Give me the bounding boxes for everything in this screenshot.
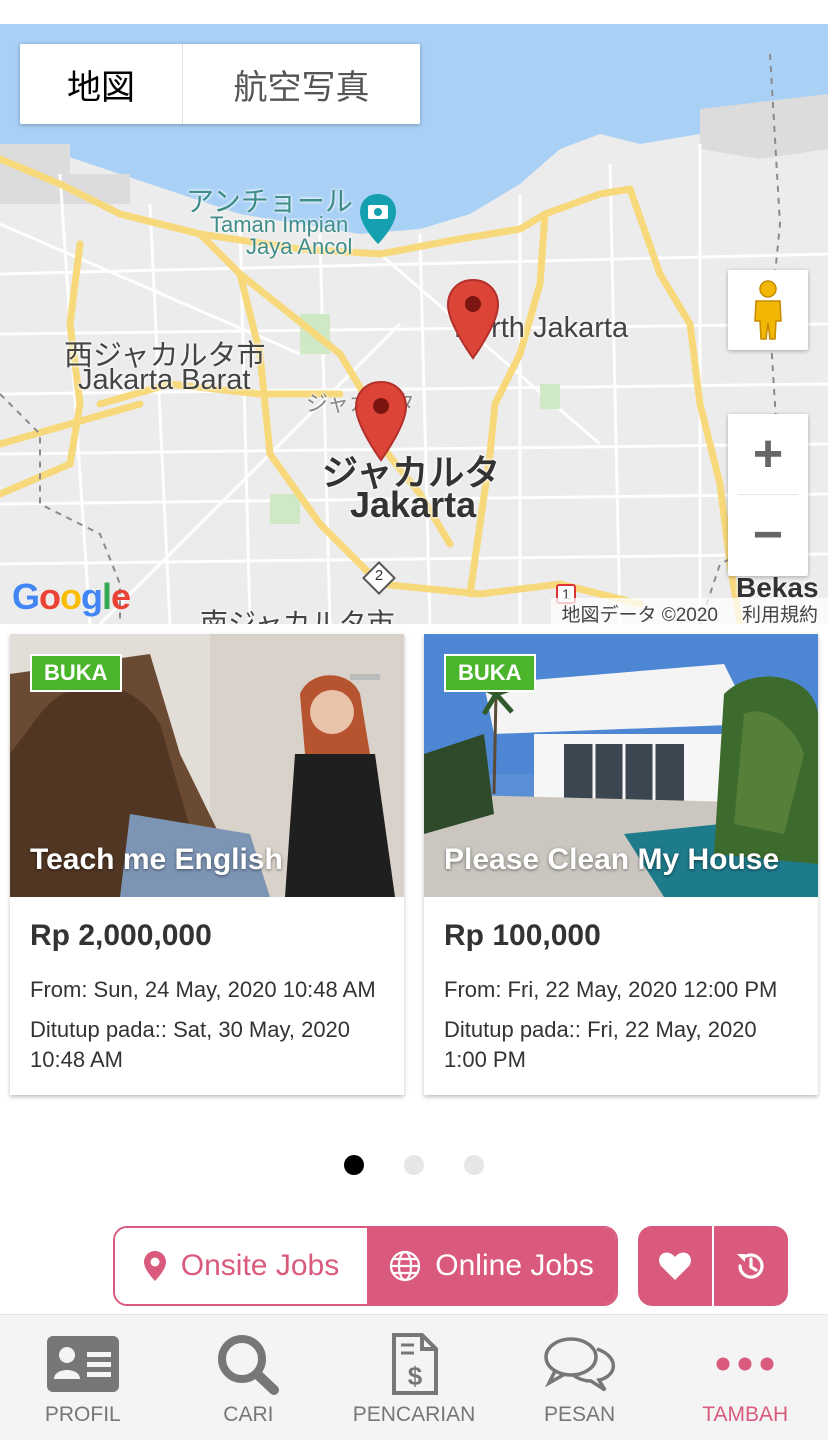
zoom-out-button[interactable]: − — [728, 495, 808, 575]
quick-actions — [638, 1226, 788, 1306]
onsite-jobs-button[interactable]: Onsite Jobs — [115, 1228, 367, 1304]
nav-item-pencarian[interactable]: $ PENCARIAN — [331, 1315, 497, 1440]
map-type-map-tab[interactable]: 地図 — [20, 44, 183, 124]
google-logo: Google — [12, 576, 131, 617]
route-2-label: 2 — [374, 567, 384, 584]
nav-label: CARI — [223, 1403, 274, 1426]
job-card-closed: Ditutup pada:: Sat, 30 May, 2020 10:48 A… — [30, 1017, 351, 1072]
search-icon — [218, 1335, 280, 1395]
history-button[interactable] — [714, 1226, 788, 1306]
job-card-title: Please Clean My House — [444, 843, 780, 876]
nav-label: PENCARIAN — [352, 1403, 476, 1426]
nav-label: PROFIL — [44, 1403, 121, 1426]
job-card-from: From: Sun, 24 May, 2020 10:48 AM — [30, 977, 376, 1002]
job-card-body: Rp 2,000,000 From: Sun, 24 May, 2020 10:… — [10, 897, 404, 1095]
online-jobs-button[interactable]: Online Jobs — [367, 1228, 616, 1304]
map-label-west-en: Jakarta Barat — [78, 364, 251, 396]
job-card[interactable]: BUKA Teach me English Rp 2,000,000 From:… — [10, 634, 404, 1095]
zoom-controls: + − — [728, 414, 808, 576]
nav-label: PESAN — [543, 1403, 616, 1426]
job-type-toggle: Onsite Jobs Online Jobs — [113, 1226, 618, 1306]
pagination-dot-active[interactable] — [344, 1155, 364, 1175]
map-data-credit: 地図データ ©2020 — [561, 605, 718, 624]
chat-icon — [543, 1337, 615, 1392]
camera-poi-icon[interactable] — [358, 192, 398, 246]
more-icon — [716, 1357, 774, 1371]
nav-item-pesan[interactable]: PESAN — [497, 1315, 663, 1440]
pagination-dot[interactable] — [464, 1155, 484, 1175]
location-pin-icon — [143, 1251, 166, 1281]
nav-item-tambah[interactable]: TAMBAH — [662, 1315, 828, 1440]
job-card-image: BUKA Please Clean My House — [424, 634, 818, 897]
map-terms-link[interactable]: 利用規約 — [742, 605, 818, 624]
online-jobs-label: Online Jobs — [435, 1249, 594, 1282]
job-card-from: From: Fri, 22 May, 2020 12:00 PM — [444, 977, 778, 1002]
favorites-button[interactable] — [638, 1226, 712, 1306]
map-view[interactable]: 地図 航空写真 アンチョール Taman Impian Jaya Ancol 西… — [0, 24, 828, 624]
history-icon — [737, 1253, 764, 1279]
job-card-price: Rp 100,000 — [444, 919, 601, 952]
profile-card-icon — [46, 1336, 119, 1392]
map-label-center-en: Jakarta — [350, 484, 477, 525]
map-attribution: 地図データ ©2020 利用規約 — [551, 598, 828, 624]
job-card-title: Teach me English — [30, 843, 283, 876]
map-type-toggle[interactable]: 地図 航空写真 — [20, 44, 420, 124]
nav-item-cari[interactable]: CARI — [166, 1315, 332, 1440]
invoice-icon: $ — [391, 1333, 438, 1395]
carousel-pagination — [344, 1155, 484, 1175]
zoom-in-button[interactable]: + — [728, 414, 808, 494]
job-card-body: Rp 100,000 From: Fri, 22 May, 2020 12:00… — [424, 897, 818, 1095]
map-marker-north[interactable] — [446, 278, 500, 360]
nav-label: TAMBAH — [702, 1403, 789, 1426]
pegman-icon — [754, 280, 782, 340]
map-label-ancol-2: Jaya Ancol — [246, 234, 353, 259]
status-badge: BUKA — [30, 654, 122, 692]
job-card-image: BUKA Teach me English — [10, 634, 404, 897]
job-card-price: Rp 2,000,000 — [30, 919, 212, 952]
heart-icon — [659, 1252, 691, 1280]
map-marker-center[interactable] — [354, 380, 408, 462]
street-view-pegman-button[interactable] — [728, 270, 808, 350]
map-type-satellite-tab[interactable]: 航空写真 — [183, 44, 420, 124]
bottom-navigation: PROFIL CARI $ PENCARIAN PESAN TAMBAH — [0, 1314, 828, 1440]
job-card-closed: Ditutup pada:: Fri, 22 May, 2020 1:00 PM — [444, 1017, 757, 1072]
svg-text:$: $ — [408, 1361, 423, 1391]
globe-icon — [390, 1250, 421, 1282]
map-label-south-jp: 南ジャカルタ市 — [200, 608, 395, 624]
pagination-dot[interactable] — [404, 1155, 424, 1175]
job-card[interactable]: BUKA Please Clean My House Rp 100,000 Fr… — [424, 634, 818, 1095]
onsite-jobs-label: Onsite Jobs — [180, 1249, 340, 1282]
status-badge: BUKA — [444, 654, 536, 692]
nav-item-profil[interactable]: PROFIL — [0, 1315, 166, 1440]
